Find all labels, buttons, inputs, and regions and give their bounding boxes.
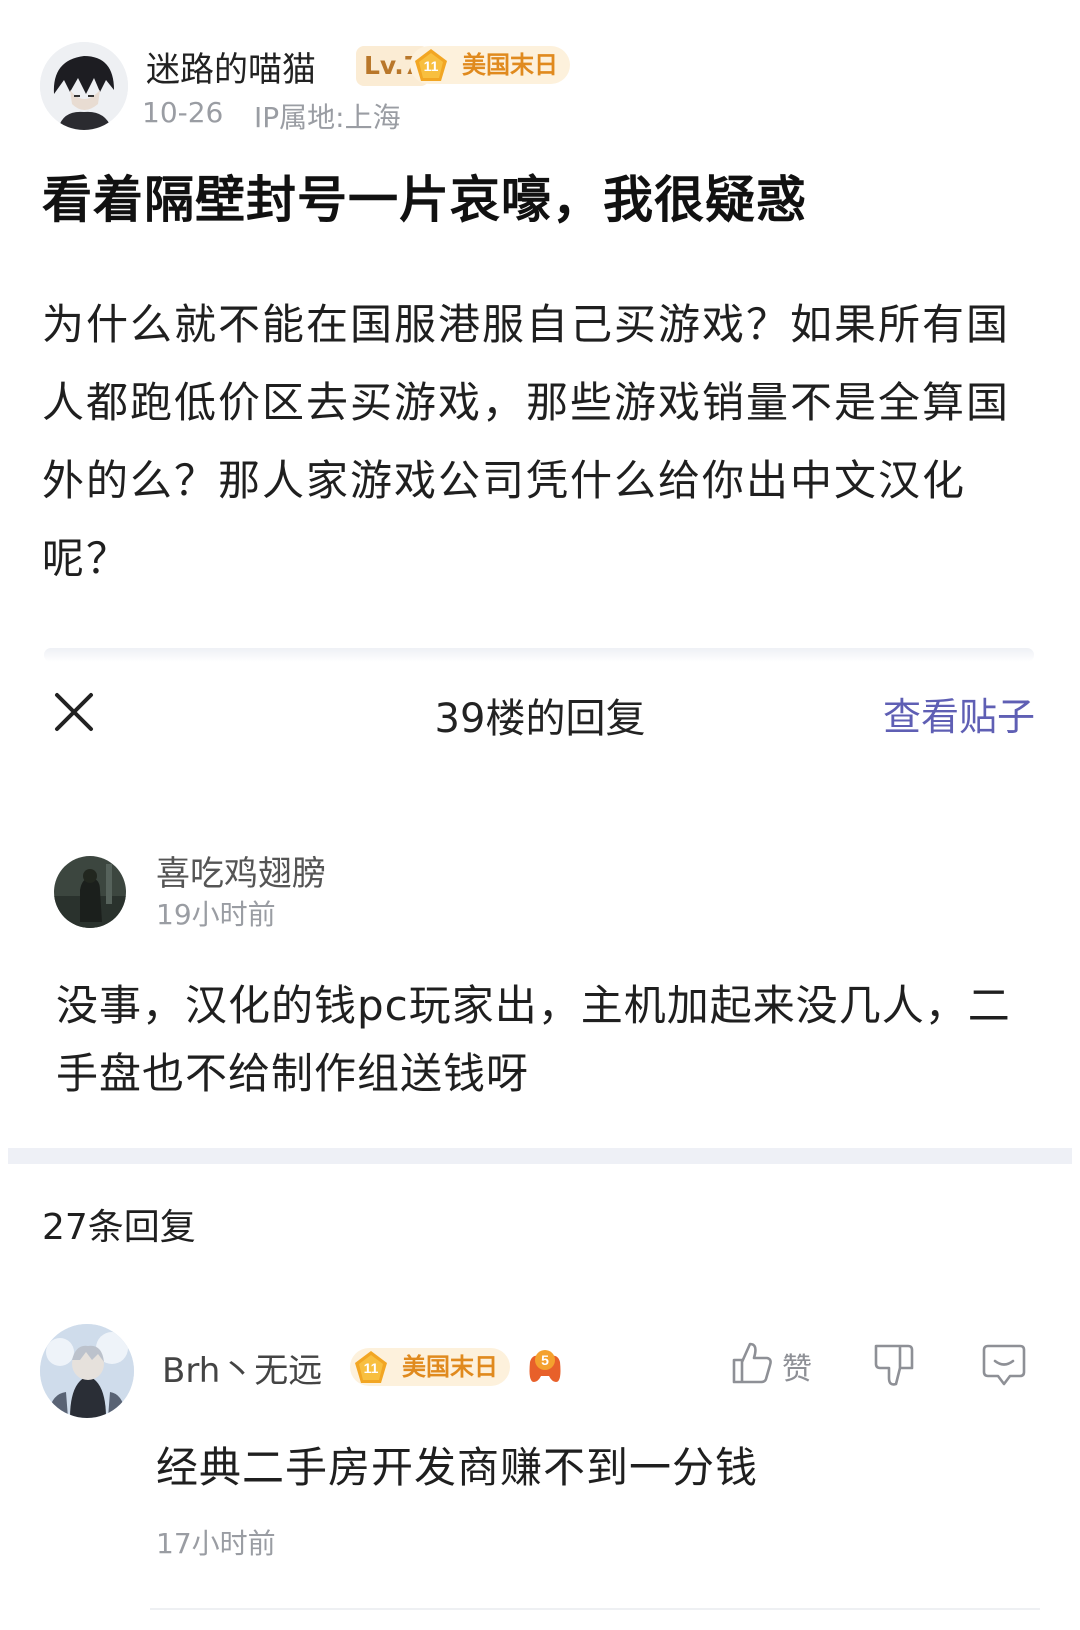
thumbs-down-icon [874, 1344, 914, 1386]
title-badge: 11 美国末日 [350, 1348, 510, 1386]
medal-icon: 11 [415, 49, 447, 81]
comment-button[interactable] [980, 1342, 1028, 1388]
gamepad-medal: 5 [524, 1346, 566, 1386]
like-label[interactable]: 赞 [782, 1344, 812, 1388]
reply-time: 17小时前 [156, 1527, 276, 1560]
post-body: 为什么就不能在国服港服自己买游戏？如果所有国人都跑低价区去买游戏，那些游戏销量不… [42, 300, 1011, 583]
comment-icon [982, 1344, 1026, 1386]
section-divider [8, 1148, 1072, 1164]
reply-body: 经典二手房开发商赚不到一分钱 [156, 1443, 759, 1492]
floor-author-avatar[interactable] [54, 856, 126, 928]
medal-number: 11 [364, 1360, 379, 1376]
post-title: 看着隔壁封号一片哀嚎，我很疑惑 [42, 171, 807, 229]
reply-author-name[interactable]: Brh丶无远 [162, 1343, 322, 1392]
avatar-image [40, 1324, 134, 1418]
avatar-image [40, 42, 128, 130]
author-avatar[interactable] [40, 42, 128, 130]
panel-top-edge [44, 648, 1034, 662]
dislike-button[interactable] [872, 1342, 922, 1392]
medal-icon: 11 [355, 1351, 387, 1383]
title-badge-label: 美国末日 [462, 51, 558, 79]
reply-author-avatar[interactable] [40, 1324, 134, 1418]
title-badge-label: 美国末日 [402, 1353, 498, 1381]
floor-author-name[interactable]: 喜吃鸡翅膀 [156, 846, 326, 895]
ip-location: IP属地:上海 [254, 101, 401, 134]
medal-number: 11 [424, 58, 439, 74]
avatar-image [54, 856, 126, 928]
post-date: 10-26 [142, 96, 224, 129]
bottom-divider [150, 1608, 1040, 1610]
view-post-link[interactable]: 查看贴子 [883, 686, 1035, 741]
game-medal-number: 5 [541, 1352, 549, 1368]
gamepad-icon: 5 [529, 1350, 561, 1382]
floor-body: 没事，汉化的钱pc玩家出，主机加起来没几人，二手盘也不给制作组送钱呀 [56, 981, 1011, 1098]
floor-time: 19小时前 [156, 898, 276, 931]
reply-count: 27条回复 [42, 1207, 196, 1248]
thumbs-up-icon [732, 1342, 772, 1384]
title-badge: 11 美国末日 [410, 46, 570, 84]
author-name[interactable]: 迷路的喵猫 [146, 42, 316, 91]
